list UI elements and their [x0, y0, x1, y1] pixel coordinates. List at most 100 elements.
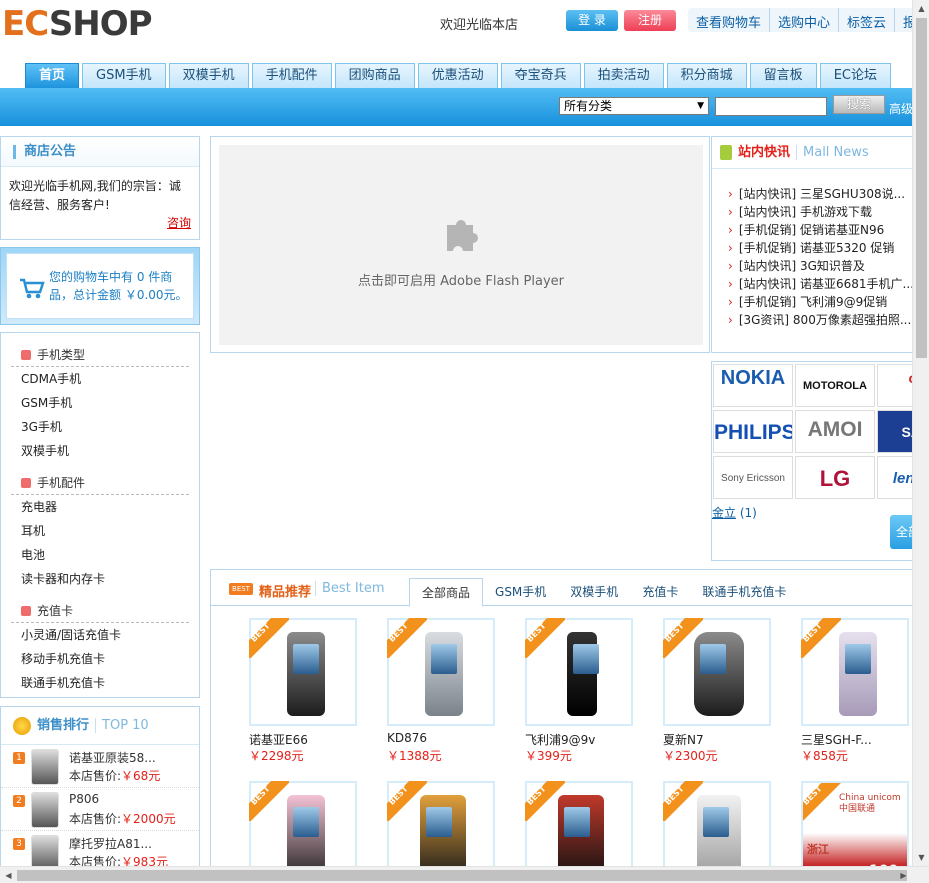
ranking-product-name[interactable]: 诺基亚原装58...: [69, 749, 156, 766]
nav-tab-guestbook[interactable]: 留言板: [749, 63, 817, 88]
product-image[interactable]: BEST: [663, 618, 771, 726]
category-group-label: 手机类型: [37, 348, 86, 362]
login-button[interactable]: 登 录: [566, 10, 618, 31]
news-item[interactable]: [手机促销] 飞利浦9@9促销: [728, 293, 914, 311]
horizontal-scroll-thumb[interactable]: [17, 870, 907, 881]
tag-cloud-link[interactable]: 标签云: [838, 8, 894, 32]
category-item[interactable]: 耳机: [11, 519, 189, 543]
category-item[interactable]: 电池: [11, 543, 189, 567]
product-card[interactable]: BEST 夏新N7 ￥2300元: [663, 618, 773, 763]
scroll-left-icon[interactable]: ◀: [0, 867, 17, 883]
news-item[interactable]: [手机促销] 促销诺基亚N96: [728, 221, 914, 239]
product-card[interactable]: BEST KD876 ￥1388元: [387, 618, 497, 763]
product-image[interactable]: BEST: [249, 618, 357, 726]
product-name[interactable]: 飞利浦9@9v: [525, 731, 635, 747]
category-item[interactable]: 小灵通/固话充值卡: [11, 623, 189, 647]
product-thumbnail[interactable]: [31, 749, 59, 785]
main-nav: 首页 GSM手机 双模手机 手机配件 团购商品 优惠活动 夺宝奇兵 拍卖活动 积…: [25, 63, 894, 88]
nav-tab-auction[interactable]: 拍卖活动: [583, 63, 664, 88]
ranking-row[interactable]: 2 P806 本店售价:￥2000元: [1, 788, 199, 831]
category-bullet-icon: [21, 350, 31, 360]
category-tree: 手机类型 CDMA手机 GSM手机 3G手机 双模手机 手机配件 充电器 耳机 …: [0, 332, 200, 698]
brand-logo-sony-ericsson[interactable]: Sony Ericsson: [713, 456, 793, 499]
category-group-title[interactable]: 手机类型: [11, 343, 189, 367]
brand-gionee-link[interactable]: 金立: [712, 506, 736, 520]
product-image[interactable]: BEST: [525, 618, 633, 726]
news-item[interactable]: [站内快讯] 诺基亚6681手机广...: [728, 275, 914, 293]
product-image[interactable]: BEST: [801, 618, 909, 726]
vertical-scroll-thumb[interactable]: [916, 18, 927, 358]
shopping-center-link[interactable]: 选购中心: [769, 8, 838, 32]
search-button[interactable]: 搜索: [833, 95, 885, 114]
logo-ec-text: EC: [2, 4, 50, 44]
category-item[interactable]: CDMA手机: [11, 367, 189, 391]
nav-tab-home[interactable]: 首页: [25, 63, 80, 88]
tab-all-products[interactable]: 全部商品: [409, 578, 484, 607]
category-group-title[interactable]: 充值卡: [11, 599, 189, 623]
nav-tab-dual-mode[interactable]: 双模手机: [168, 63, 249, 88]
vertical-scrollbar[interactable]: ▲ ▼: [912, 0, 929, 866]
product-card[interactable]: BEST 诺基亚E66 ￥2298元: [249, 618, 359, 763]
category-item[interactable]: 双模手机: [11, 439, 189, 463]
brand-name: NOKIA: [720, 367, 786, 389]
notice-more-link[interactable]: 咨询: [167, 214, 191, 231]
category-item[interactable]: 3G手机: [11, 415, 189, 439]
product-name[interactable]: KD876: [387, 731, 497, 747]
category-item[interactable]: 读卡器和内存卡: [11, 567, 189, 591]
news-item[interactable]: [手机促销] 诺基亚5320 促销: [728, 239, 914, 257]
news-item[interactable]: [3G资讯] 800万像素超强拍照...: [728, 311, 914, 329]
brand-logo-motorola[interactable]: MOTOROLA: [795, 364, 875, 407]
category-group-title[interactable]: 手机配件: [11, 471, 189, 495]
flash-player-placeholder[interactable]: 点击即可启用 Adobe Flash Player: [219, 145, 703, 345]
scroll-right-icon[interactable]: ▶: [895, 867, 912, 883]
register-button[interactable]: 注册: [624, 10, 676, 31]
category-item[interactable]: 移动手机充值卡: [11, 647, 189, 671]
plugin-puzzle-icon: [447, 220, 478, 251]
tab-gsm[interactable]: GSM手机: [483, 578, 558, 607]
product-name[interactable]: 诺基亚E66: [249, 731, 359, 747]
welcome-text: 欢迎光临本店: [440, 18, 519, 33]
category-item[interactable]: 联通手机充值卡: [11, 671, 189, 695]
brand-logo-philips[interactable]: PHILIPS: [713, 410, 793, 453]
product-card[interactable]: BEST 飞利浦9@9v ￥399元: [525, 618, 635, 763]
tab-dual-mode[interactable]: 双模手机: [558, 578, 630, 607]
site-logo[interactable]: ECSHOP: [2, 4, 153, 44]
search-input[interactable]: [715, 97, 827, 116]
news-list: [站内快讯] 三星SGHU308说... [站内快讯] 手机游戏下载 [手机促销…: [712, 169, 914, 329]
tab-unicom-card[interactable]: 联通手机充值卡: [690, 578, 798, 607]
tab-recharge-card[interactable]: 充值卡: [630, 578, 690, 607]
news-item[interactable]: [站内快讯] 三星SGHU308说...: [728, 185, 914, 203]
category-item[interactable]: 充电器: [11, 495, 189, 519]
scroll-up-icon[interactable]: ▲: [913, 0, 929, 17]
category-select[interactable]: 所有分类 ▼: [559, 97, 709, 115]
brand-logo-nokia[interactable]: NOKIA: [713, 364, 793, 407]
horizontal-scrollbar[interactable]: ◀ ▶: [0, 866, 929, 883]
product-thumbnail[interactable]: [31, 792, 59, 828]
product-name[interactable]: 三星SGH-F...: [801, 731, 911, 747]
store-notice-title: 商店公告: [24, 144, 77, 159]
best-ribbon: BEST: [803, 783, 841, 821]
nav-tab-gsm[interactable]: GSM手机: [82, 63, 166, 88]
news-item[interactable]: [站内快讯] 3G知识普及: [728, 257, 914, 275]
ranking-product-name[interactable]: 摩托罗拉A81...: [69, 835, 152, 852]
product-name[interactable]: 夏新N7: [663, 731, 773, 747]
best-ribbon: BEST: [249, 618, 289, 658]
nav-tab-treasure[interactable]: 夺宝奇兵: [500, 63, 581, 88]
brand-logo-amoi[interactable]: AMOI: [795, 410, 875, 453]
ranking-product-name[interactable]: P806: [69, 792, 99, 806]
nav-tab-group-buy[interactable]: 团购商品: [334, 63, 415, 88]
product-image[interactable]: BEST: [387, 618, 495, 726]
ranking-row[interactable]: 1 诺基亚原装58... 本店售价:￥68元: [1, 745, 199, 788]
scroll-down-icon[interactable]: ▼: [913, 849, 929, 866]
news-item[interactable]: [站内快讯] 手机游戏下载: [728, 203, 914, 221]
best-ribbon-text: BEST: [663, 621, 686, 644]
brand-logo-lg[interactable]: LG: [795, 456, 875, 499]
category-item[interactable]: GSM手机: [11, 391, 189, 415]
product-card[interactable]: BEST 三星SGH-F... ￥858元: [801, 618, 911, 763]
nav-tab-forum[interactable]: EC论坛: [819, 63, 891, 88]
nav-tab-points-mall[interactable]: 积分商城: [666, 63, 747, 88]
category-bullet-icon: [21, 606, 31, 616]
nav-tab-accessories[interactable]: 手机配件: [251, 63, 332, 88]
view-cart-link[interactable]: 查看购物车: [688, 8, 769, 32]
nav-tab-promotions[interactable]: 优惠活动: [417, 63, 498, 88]
